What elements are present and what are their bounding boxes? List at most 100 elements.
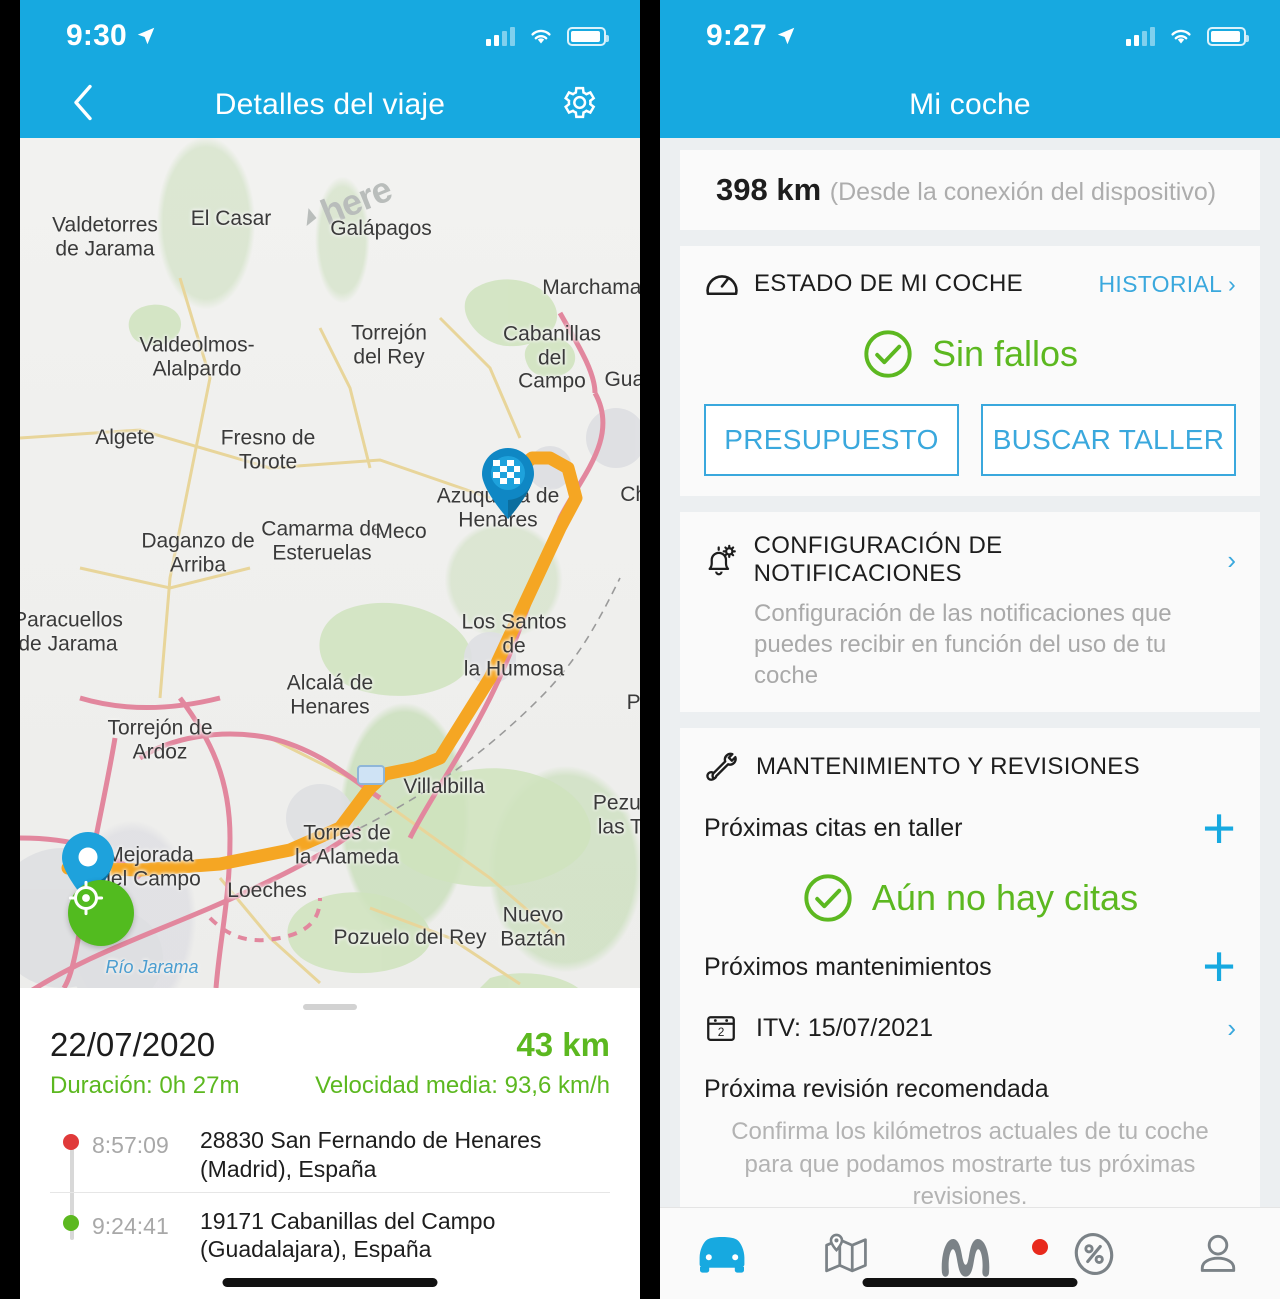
find-workshop-button[interactable]: BUSCAR TALLER [981,404,1236,476]
trip-stop-list: 8:57:09 28830 San Fernando de Henares (Mad… [50,1122,610,1272]
map-place-label: Pezuel las To [592,791,640,838]
tab-movistar[interactable] [908,1230,1032,1278]
right-status-bar: 9:27 [660,0,1280,72]
maintenance-title: MANTENIMIENTO Y REVISIONES [756,752,1140,780]
right-status-indicators [1126,26,1249,46]
left-status-indicators [486,26,609,46]
map-place-label: Cabanillas del Campo [502,322,602,393]
trip-summary-primary: 22/07/2020 43 km [50,1026,610,1064]
car-status-text: Sin fallos [931,333,1079,374]
map-place-label: Loeches [227,879,307,903]
appointments-label: Próximas citas en taller [704,814,963,843]
map-place-label: Río Jarama [105,956,199,977]
right-status-time-group: 9:27 [706,19,797,53]
quote-button[interactable]: PRESUPUESTO [704,404,959,476]
left-phone-trip-details: 9:30 Detalles del viaje here Valdetorres… [20,0,640,1299]
map-place-label: Chi [620,483,640,507]
car-status-title: ESTADO DE MI COCHE [754,270,1023,297]
locate-me-button[interactable] [68,880,134,946]
svg-text:2: 2 [718,1025,725,1039]
stop-address: 28830 San Fernando de Henares (Madrid), E… [200,1127,542,1182]
map-place-label: Marchamalo [542,276,640,300]
map-place-label: Camarma de Esteruelas [261,517,383,564]
chevron-right-icon: › [1227,544,1236,575]
location-arrow-icon [777,27,795,45]
notifications-settings-card[interactable]: CONFIGURACIÓN DE NOTIFICACIONES › Config… [680,512,1260,712]
percent-circle-icon [1074,1232,1114,1275]
map-place-label: Nuevo Baztán [500,903,566,950]
person-icon [1200,1234,1236,1272]
stop-time: 8:57:09 [92,1132,169,1158]
add-maintenance-button[interactable]: + [1202,938,1236,996]
map-place-label: Villalbilla [403,775,485,799]
settings-button[interactable] [558,83,598,128]
odometer-line: 398 km (Desde la conexión del dispositiv… [716,172,1236,208]
left-home-indicator [222,1278,438,1287]
add-appointment-button[interactable]: + [1202,799,1236,857]
odometer-note: (Desde la conexión del dispositivo) [829,178,1217,206]
trip-map[interactable]: here Valdetorres de Jarama El Casar Galápa… [20,138,640,988]
map-icon [825,1233,867,1272]
speedometer-icon [706,275,738,296]
page-title: Detalles del viaje [214,88,446,121]
back-button[interactable] [70,83,96,128]
tab-profile[interactable] [1156,1230,1280,1278]
trip-distance: 43 km [516,1026,610,1063]
map-place-label: Paracuellos de Jarama [20,608,123,655]
wifi-icon [531,29,551,43]
itv-row[interactable]: 2 ITV: 15/07/2021 › [704,1011,1236,1045]
maintenance-header: MANTENIMIENTO Y REVISIONES [704,748,1236,786]
map-place-label: Guada [604,368,640,392]
trip-date: 22/07/2020 [50,1026,216,1063]
crosshair-locate-icon [68,880,104,916]
calendar-icon: 2 [707,1016,735,1042]
movistar-m-logo-icon [941,1238,990,1277]
sheet-drag-handle[interactable] [303,1004,357,1010]
trip-stop-row: 9:24:41 19171 Cabanillas del Campo (Guadal… [50,1191,610,1273]
stop-time: 9:24:41 [92,1212,169,1239]
trip-detail-sheet: 22/07/2020 43 km Duración: 0h 27m Veloci… [20,988,640,1272]
map-place-label: Fresno de Torote [220,426,316,473]
screenshot-stage: 9:30 Detalles del viaje here Valdetorres… [0,0,1280,1299]
stop-address: 19171 Cabanillas del Campo (Guadalajara),… [200,1207,496,1263]
check-circle-icon [804,874,852,922]
stop-dot-start [63,1134,79,1150]
status-time: 9:27 [706,19,767,52]
appointments-row: Próximas citas en taller + [704,799,1236,857]
notifications-description: Configuración de las notificaciones que … [754,600,1172,690]
offers-badge [1032,1238,1048,1255]
map-place-label: Daganzo de Arriba [141,529,255,576]
chevron-right-icon: › [1227,1012,1236,1043]
appointments-empty-state: Aún no hay citas [704,872,1236,924]
upcoming-maintenance-row: Próximos mantenimientos + [704,938,1236,996]
map-place-label: Los Santos de la Humosa [461,610,567,681]
page-title: Mi coche [909,88,1031,121]
notifications-header: CONFIGURACIÓN DE NOTIFICACIONES › [704,532,1236,588]
appointments-empty-text: Aún no hay citas [871,877,1139,919]
tab-offers[interactable] [1032,1229,1156,1279]
map-place-label: Valdetorres de Jarama [52,213,158,260]
tab-map[interactable] [784,1232,908,1276]
maintenance-card: MANTENIMIENTO Y REVISIONES Próximas cita… [680,727,1260,1207]
left-status-time-group: 9:30 [66,19,157,53]
trip-duration: Duración: 0h 27m [50,1072,240,1099]
map-place-label: El Casar [190,207,272,231]
cellular-signal-icon [486,26,515,46]
odometer-card: 398 km (Desde la conexión del dispositiv… [680,150,1260,230]
car-status-card: ESTADO DE MI COCHE HISTORIAL › Sin fallo… [680,246,1260,496]
left-status-bar: 9:30 [20,0,640,72]
right-home-indicator [862,1278,1078,1287]
car-status-result: Sin fallos [704,328,1236,380]
upcoming-maintenance-label: Próximos mantenimientos [704,953,992,982]
map-place-label: Alcalá de Henares [286,671,374,718]
tab-car[interactable] [660,1234,784,1274]
car-status-header: ESTADO DE MI COCHE HISTORIAL › [704,266,1236,302]
left-navbar: Detalles del viaje [20,72,640,138]
wrench-icon [706,752,737,781]
history-link[interactable]: HISTORIAL › [1099,271,1237,298]
battery-icon [567,26,609,46]
stop-dot-end [63,1214,79,1231]
my-car-scroll-area[interactable]: 398 km (Desde la conexión del dispositiv… [660,138,1280,1207]
stop-marker-col [50,1207,92,1231]
map-pin-destination[interactable] [479,446,537,520]
